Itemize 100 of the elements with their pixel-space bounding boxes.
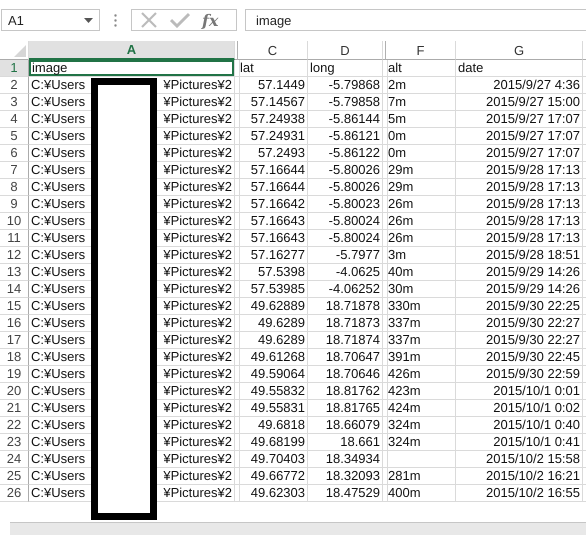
table-cell: 57.53985 (238, 281, 308, 298)
table-cell: 337m (386, 315, 456, 332)
column-header[interactable]: F (386, 41, 456, 60)
column-header[interactable]: G (456, 41, 583, 60)
row-header[interactable]: 3 (0, 94, 29, 111)
row-header[interactable]: 17 (0, 332, 29, 349)
table-cell: 2015/9/28 17:13 (456, 213, 583, 230)
table-cell: 2015/9/28 17:13 (456, 179, 583, 196)
table-cell: 2015/9/27 4:36 (456, 77, 583, 94)
table-cell: 2015/9/28 17:13 (456, 162, 583, 179)
table-cell: ¥Pictures¥2 (163, 77, 232, 93)
row-header[interactable]: 7 (0, 162, 29, 179)
table-cell: C:¥Users (31, 417, 86, 433)
table-cell: C:¥Users (31, 383, 86, 399)
row-header[interactable]: 10 (0, 213, 29, 230)
row-header[interactable]: 22 (0, 417, 29, 434)
table-cell: 2015/10/2 16:55 (456, 485, 583, 502)
table-cell: ¥Pictures¥2 (163, 94, 232, 110)
table-cell: C:¥Users (31, 298, 86, 314)
row-header[interactable]: 5 (0, 128, 29, 145)
row-header[interactable]: 18 (0, 349, 29, 366)
table-cell: alt (386, 60, 456, 77)
table-cell: ¥Pictures¥2 (163, 128, 232, 144)
select-all-icon[interactable] (14, 45, 26, 57)
row-header[interactable]: 26 (0, 485, 29, 502)
table-cell: C:¥Users (31, 128, 86, 144)
row-header[interactable]: 9 (0, 196, 29, 213)
column-header[interactable]: D (308, 41, 383, 60)
row-header[interactable]: 4 (0, 111, 29, 128)
table-cell: -4.0625 (308, 264, 383, 281)
table-cell: 0m (386, 145, 456, 162)
table-cell: 18.71874 (308, 332, 383, 349)
table-cell: 49.62303 (238, 485, 308, 502)
row-header[interactable]: 8 (0, 179, 29, 196)
column-header[interactable]: C (238, 41, 308, 60)
horizontal-scrollbar[interactable] (10, 522, 586, 535)
table-cell: 2015/10/1 0:01 (456, 383, 583, 400)
name-box[interactable]: A1 (1, 9, 100, 31)
row-header[interactable]: 19 (0, 366, 29, 383)
table-cell: 49.6289 (238, 315, 308, 332)
row-header[interactable]: 20 (0, 383, 29, 400)
table-cell: 18.70647 (308, 349, 383, 366)
insert-function-button[interactable]: fx (202, 10, 218, 30)
table-cell: 49.62889 (238, 298, 308, 315)
table-cell: 57.16277 (238, 247, 308, 264)
row-header[interactable]: 16 (0, 315, 29, 332)
table-cell: 281m (386, 468, 456, 485)
table-cell: 2015/9/29 14:26 (456, 281, 583, 298)
table-cell: ¥Pictures¥2 (163, 451, 232, 467)
table-cell: ¥Pictures¥2 (163, 383, 232, 399)
table-cell: 57.14567 (238, 94, 308, 111)
row-header[interactable]: 25 (0, 468, 29, 485)
row-header[interactable]: 21 (0, 400, 29, 417)
table-cell: 18.71878 (308, 298, 383, 315)
cancel-icon[interactable] (140, 11, 158, 29)
table-cell: -5.86121 (308, 128, 383, 145)
table-cell: ¥Pictures¥2 (163, 196, 232, 212)
more-icon[interactable] (114, 14, 117, 26)
formula-field[interactable]: image (245, 9, 586, 31)
row-header[interactable]: 23 (0, 434, 29, 451)
row-header[interactable]: 15 (0, 298, 29, 315)
table-cell: 2015/10/1 0:41 (456, 434, 583, 451)
row-header[interactable]: 14 (0, 281, 29, 298)
table-cell: C:¥Users (31, 281, 86, 297)
table-cell: 49.55831 (238, 400, 308, 417)
row-header[interactable]: 1 (0, 60, 29, 77)
table-cell: long (308, 60, 383, 77)
table-cell: 2015/10/2 16:21 (456, 468, 583, 485)
caret-icon (84, 18, 93, 22)
row-header[interactable]: 13 (0, 264, 29, 281)
table-cell: 2m (386, 77, 456, 94)
table-cell: 400m (386, 485, 456, 502)
table-cell: 49.6289 (238, 332, 308, 349)
table-cell: 2015/9/30 22:27 (456, 315, 583, 332)
row-header[interactable]: 12 (0, 247, 29, 264)
table-cell: C:¥Users (31, 196, 86, 212)
table-cell: 424m (386, 400, 456, 417)
table-cell: 324m (386, 417, 456, 434)
table-cell: 2015/9/30 22:59 (456, 366, 583, 383)
table-cell: 57.16643 (238, 230, 308, 247)
table-cell: 2015/10/1 0:02 (456, 400, 583, 417)
table-cell: -5.86144 (308, 111, 383, 128)
table-cell: -5.80024 (308, 213, 383, 230)
table-cell: -5.79858 (308, 94, 383, 111)
table-cell: ¥Pictures¥2 (163, 400, 232, 416)
table-cell: 18.66079 (308, 417, 383, 434)
table-cell: 391m (386, 349, 456, 366)
table-cell: 57.1449 (238, 77, 308, 94)
table-cell: -5.80026 (308, 162, 383, 179)
row-header[interactable]: 2 (0, 77, 29, 94)
table-cell: ¥Pictures¥2 (163, 162, 232, 178)
row-header[interactable]: 6 (0, 145, 29, 162)
table-cell: 426m (386, 366, 456, 383)
column-header[interactable]: A (29, 41, 235, 60)
table-cell: lat (238, 60, 308, 77)
table-cell: 7m (386, 94, 456, 111)
row-header[interactable]: 24 (0, 451, 29, 468)
row-header[interactable]: 11 (0, 230, 29, 247)
enter-icon[interactable] (170, 12, 190, 28)
table-cell: 0m (386, 128, 456, 145)
